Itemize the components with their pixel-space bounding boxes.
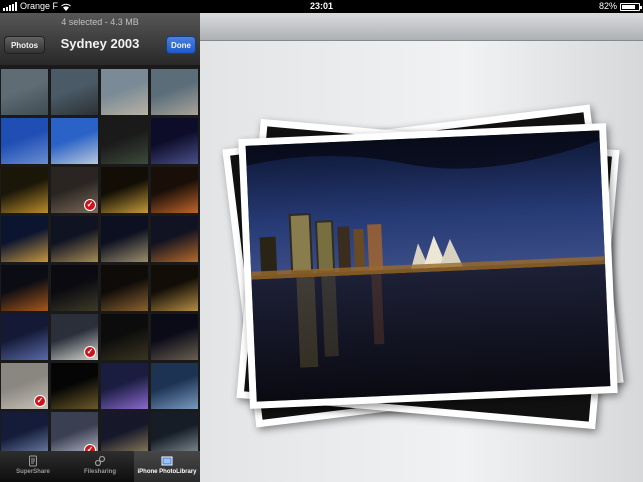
photo-thumbnail[interactable] xyxy=(1,314,48,360)
photo-thumbnail[interactable] xyxy=(101,265,148,311)
done-button[interactable]: Done xyxy=(166,36,196,54)
preview-pane xyxy=(200,13,643,482)
photo-thumbnail[interactable] xyxy=(151,118,198,164)
battery-percentage: 82% xyxy=(598,1,617,11)
sydney-opera-house-photo xyxy=(245,130,611,402)
photo-thumbnail[interactable] xyxy=(151,69,198,115)
tab-label: iPhone PhotoLibrary xyxy=(137,469,197,475)
tab-bar: SuperShare Filesharing iPhone PhotoLibra… xyxy=(0,451,200,482)
photo-thumbnail[interactable] xyxy=(1,216,48,262)
photo-thumbnail[interactable] xyxy=(51,69,98,115)
photo-thumbnail[interactable] xyxy=(101,314,148,360)
photo-thumbnail[interactable] xyxy=(51,118,98,164)
photo-stack[interactable] xyxy=(200,13,643,482)
album-nav-bar: 4 selected - 4.3 MB Sydney 2003 Photos D… xyxy=(0,13,200,65)
photo-thumbnail[interactable] xyxy=(1,265,48,311)
link-icon xyxy=(94,455,106,467)
photo-thumbnail[interactable] xyxy=(1,167,48,213)
photo-thumbnail[interactable] xyxy=(51,265,98,311)
status-bar: Orange F 23:01 82% xyxy=(0,0,643,13)
photos-back-button[interactable]: Photos xyxy=(4,36,45,54)
selected-checkmark-icon: ✓ xyxy=(34,395,46,407)
tab-iphone-photolibrary[interactable]: iPhone PhotoLibrary xyxy=(134,451,200,482)
photo-browser-panel: ✓ ✓ ✓ ✓ 4 selected - 4.3 MB Sydney 2003 Pho… xyxy=(0,13,200,482)
tab-filesharing[interactable]: Filesharing xyxy=(67,451,133,482)
clock: 23:01 xyxy=(309,1,334,11)
photo-thumbnail[interactable] xyxy=(151,363,198,409)
tab-label: SuperShare xyxy=(16,469,50,475)
document-icon xyxy=(29,455,37,467)
battery-icon xyxy=(620,2,642,11)
stacked-photo-front xyxy=(238,123,618,409)
photo-thumbnail[interactable] xyxy=(51,216,98,262)
selection-summary: 4 selected - 4.3 MB xyxy=(61,17,139,27)
photo-library-icon xyxy=(161,456,173,466)
photo-thumbnail[interactable]: ✓ xyxy=(51,314,98,360)
selected-checkmark-icon: ✓ xyxy=(84,346,96,358)
photo-thumbnail[interactable] xyxy=(151,314,198,360)
photo-thumbnail[interactable] xyxy=(1,118,48,164)
tab-supershare[interactable]: SuperShare xyxy=(0,451,66,482)
tab-label: Filesharing xyxy=(83,469,116,475)
photo-thumbnail[interactable] xyxy=(1,69,48,115)
photo-thumbnail[interactable] xyxy=(151,167,198,213)
photo-thumbnail[interactable] xyxy=(151,265,198,311)
selected-checkmark-icon: ✓ xyxy=(84,199,96,211)
photo-thumbnail[interactable] xyxy=(101,118,148,164)
photo-thumbnail[interactable]: ✓ xyxy=(1,363,48,409)
photo-thumbnail[interactable] xyxy=(101,167,148,213)
photo-thumbnail[interactable] xyxy=(101,363,148,409)
photo-thumbnail[interactable] xyxy=(151,216,198,262)
photo-thumbnail[interactable] xyxy=(101,69,148,115)
photo-thumbnail[interactable] xyxy=(51,363,98,409)
photo-thumbnail[interactable] xyxy=(101,216,148,262)
photo-thumbnail[interactable]: ✓ xyxy=(51,167,98,213)
